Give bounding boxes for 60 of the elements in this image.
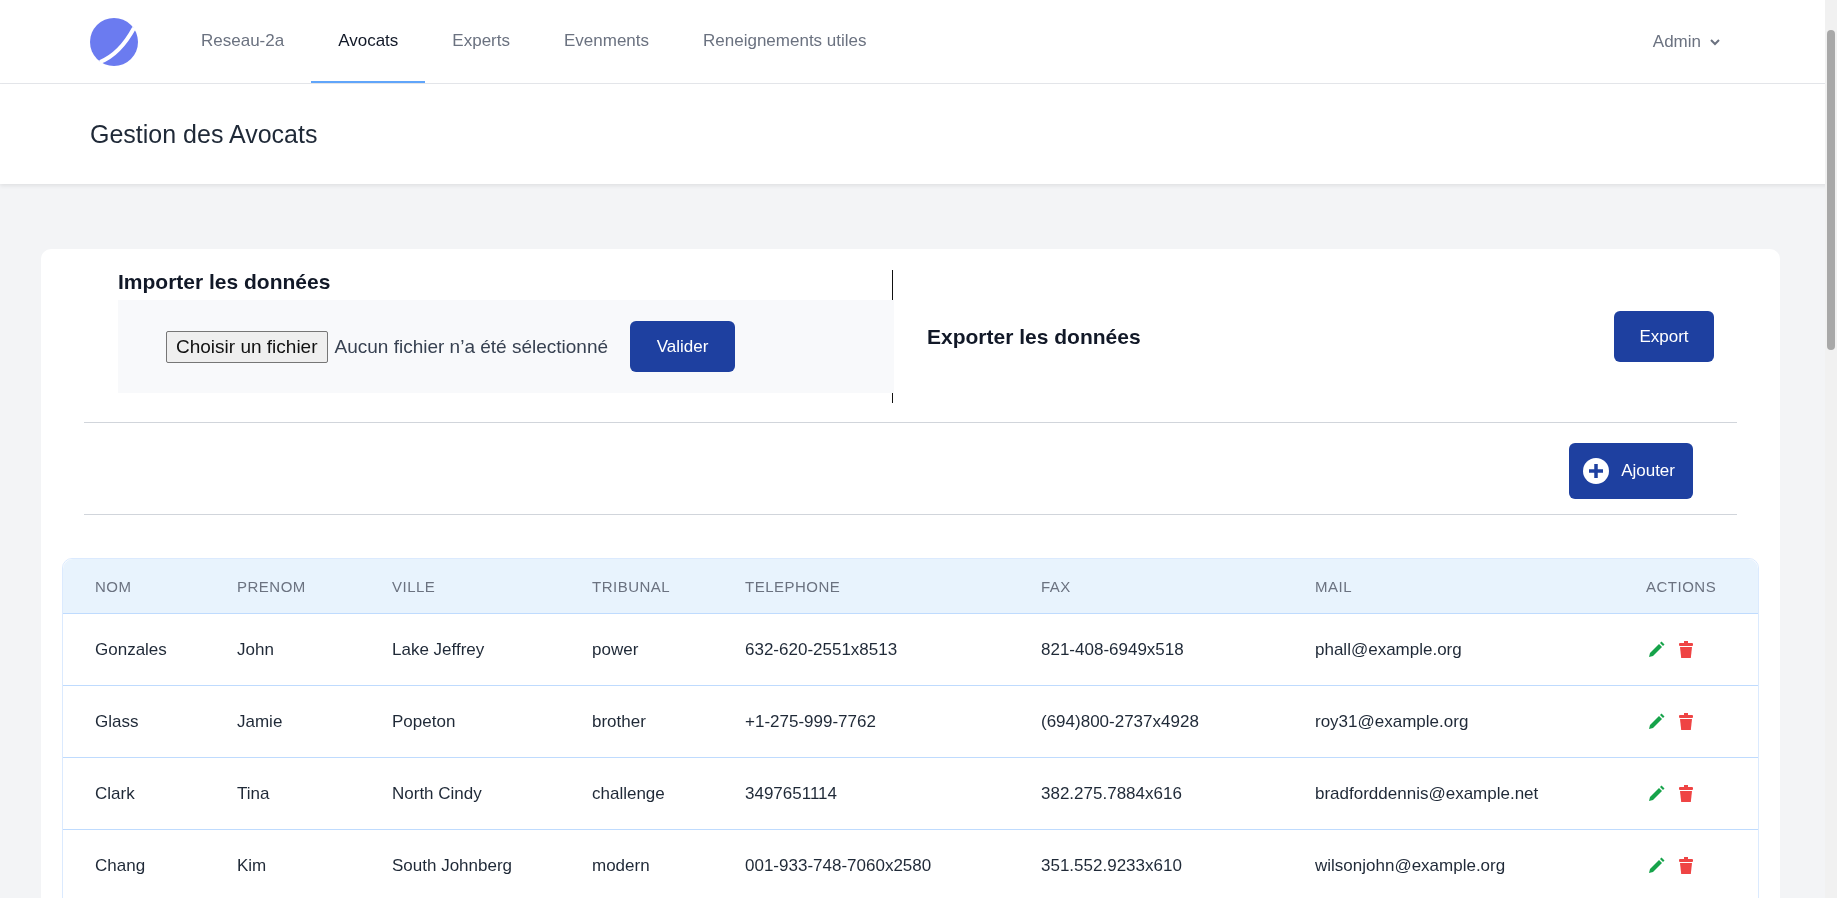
table-cell-text: South Johnberg: [392, 855, 514, 876]
pencil-icon[interactable]: [1646, 783, 1666, 804]
submit-button[interactable]: Valider: [630, 321, 736, 372]
table-cell-text: Gonzales: [95, 639, 168, 660]
column-header: PRENOM: [237, 577, 307, 595]
column-header: TELEPHONE: [745, 577, 842, 595]
nav-tab[interactable]: Reneignements utiles: [676, 0, 894, 83]
pencil-icon[interactable]: [1646, 855, 1666, 876]
nav-tab[interactable]: Evenments: [537, 0, 677, 83]
nav-tab[interactable]: Experts: [425, 0, 537, 83]
table-cell-text: brother: [592, 711, 647, 732]
add-button[interactable]: Ajouter: [1569, 443, 1693, 499]
table-cell-text: phall@example.org: [1315, 639, 1463, 660]
column-header: NOM: [95, 577, 133, 595]
file-status: Aucun fichier n’a été sélectionné: [334, 335, 609, 358]
table-cell-text: Jamie: [237, 711, 284, 732]
pencil-icon[interactable]: [1646, 711, 1666, 732]
export-title: Exporter les données: [927, 324, 1141, 349]
table-cell-text: wilsonjohn@example.org: [1315, 855, 1507, 876]
trash-icon[interactable]: [1676, 639, 1696, 660]
import-title: Importer les données: [118, 270, 332, 294]
table-cell-text: +1-275-999-7762: [745, 711, 877, 732]
table-cell-text: power: [592, 639, 640, 660]
table-cell-text: bradforddennis@example.net: [1315, 783, 1540, 804]
file-button[interactable]: Choisir un fichier: [166, 330, 328, 363]
page-title: Gestion des Avocats: [90, 119, 318, 149]
table-cell-text: (694)800-2737x4928: [1041, 711, 1200, 732]
column-header: TRIBUNAL: [592, 577, 672, 595]
table-cell-text: Tina: [237, 783, 271, 804]
table-cell-text: 001-933-748-7060x2580: [745, 855, 933, 876]
table-cell-text: 382.275.7884x616: [1041, 783, 1183, 804]
table-cell-text: Glass: [95, 711, 140, 732]
trash-icon[interactable]: [1676, 855, 1696, 876]
table-cell-text: 821-408-6949x518: [1041, 639, 1185, 660]
table-cell-text: Lake Jeffrey: [392, 639, 486, 660]
table-cell-text: Popeton: [392, 711, 457, 732]
table-cell-text: Chang: [95, 855, 147, 876]
column-header: MAIL: [1315, 577, 1353, 595]
table-cell-text: Clark: [95, 783, 136, 804]
table-cell-text: 3497651114: [745, 783, 839, 804]
plus-circle-icon: [1583, 458, 1610, 484]
export-button[interactable]: Export: [1614, 311, 1714, 362]
table-cell-text: John: [237, 639, 275, 660]
trash-icon[interactable]: [1676, 711, 1696, 732]
table-cell-text: roy31@example.org: [1315, 711, 1470, 732]
column-header: VILLE: [392, 577, 437, 595]
table-cell-text: 632-620-2551x8513: [745, 639, 899, 660]
pencil-icon[interactable]: [1646, 639, 1666, 660]
table-cell-text: North Cindy: [392, 783, 483, 804]
logo-icon: [90, 17, 138, 66]
table-cell-text: challenge: [592, 783, 666, 804]
user-menu[interactable]: Admin: [1646, 0, 1727, 83]
table-cell-text: modern: [592, 855, 651, 876]
table-cell-text: 351.552.9233x610: [1041, 855, 1183, 876]
scrollbar[interactable]: [1825, 0, 1837, 898]
table-cell-text: Kim: [237, 855, 268, 876]
column-header: ACTIONS: [1646, 577, 1718, 595]
nav-tab[interactable]: Reseau-2a: [174, 0, 312, 83]
column-header: FAX: [1041, 577, 1072, 595]
trash-icon[interactable]: [1676, 783, 1696, 804]
